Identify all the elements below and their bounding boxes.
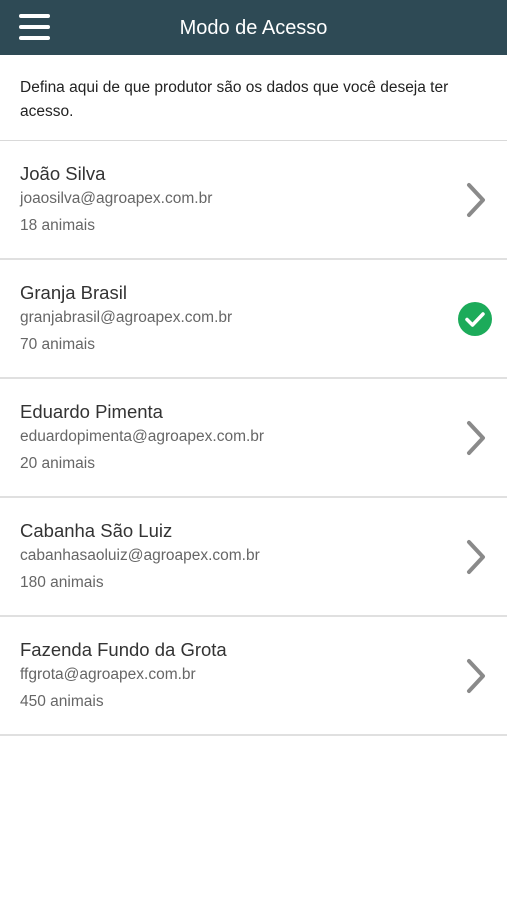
producer-name: Fazenda Fundo da Grota [20, 639, 227, 660]
producer-name: Granja Brasil [20, 282, 127, 303]
chevron-right-icon [467, 659, 485, 693]
producer-name: João Silva [20, 163, 106, 184]
producer-list: João Silva joaosilva@agroapex.com.br 18 … [0, 141, 507, 736]
producer-animal-count: 20 animais [20, 455, 95, 472]
chevron-right-icon [467, 183, 485, 217]
producer-email: eduardopimenta@agroapex.com.br [20, 428, 265, 445]
producer-email: cabanhasaoluiz@agroapex.com.br [20, 547, 260, 564]
producer-name: Cabanha São Luiz [20, 520, 173, 541]
producer-animal-count: 18 animais [20, 217, 95, 234]
page-title: Modo de Acesso [179, 17, 328, 39]
producer-item-granja-brasil[interactable]: Granja Brasil granjabrasil@agroapex.com.… [0, 260, 507, 379]
producer-item-cabanha-sao-luiz[interactable]: Cabanha São Luiz cabanhasaoluiz@agroapex… [0, 498, 507, 617]
app-header: Modo de Acesso [0, 0, 507, 55]
producer-item-fazenda-fundo-da-grota[interactable]: Fazenda Fundo da Grota ffgrota@agroapex.… [0, 617, 507, 736]
producer-item-joao-silva[interactable]: João Silva joaosilva@agroapex.com.br 18 … [0, 141, 507, 260]
producer-email: joaosilva@agroapex.com.br [20, 190, 213, 207]
producer-email: granjabrasil@agroapex.com.br [20, 309, 233, 326]
producer-name: Eduardo Pimenta [20, 401, 163, 422]
producer-email: ffgrota@agroapex.com.br [20, 666, 196, 683]
producer-animal-count: 70 animais [20, 336, 95, 353]
producer-animal-count: 180 animais [20, 574, 104, 591]
intro-text: Defina aqui de que produtor são os dados… [20, 79, 449, 120]
check-circle-icon [458, 302, 492, 336]
chevron-right-icon [467, 540, 485, 574]
producer-animal-count: 450 animais [20, 693, 104, 710]
producer-item-eduardo-pimenta[interactable]: Eduardo Pimenta eduardopimenta@agroapex.… [0, 379, 507, 498]
chevron-right-icon [467, 421, 485, 455]
